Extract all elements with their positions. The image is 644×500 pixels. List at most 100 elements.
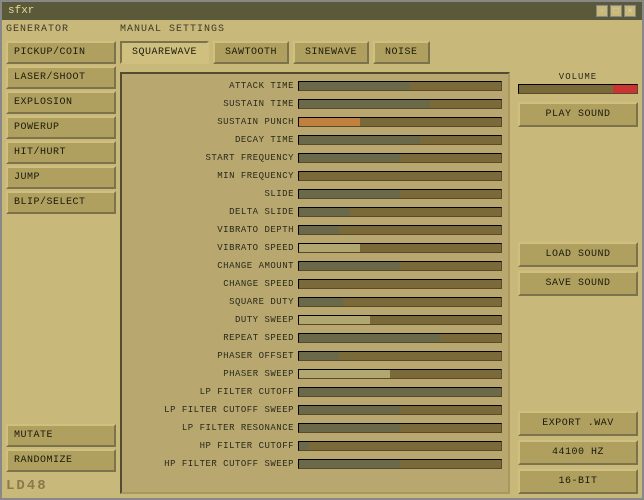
slider-row-14: REPEAT SPEED [128,330,502,346]
slider-label-21: HP FILTER CUTOFF SWEEP [128,459,298,469]
gen-button-explosion[interactable]: EXPLOSION [6,91,116,114]
waveform-buttons: SQUAREWAVESAWTOOTHSINEWAVENOISE [120,41,638,64]
slider-track-5[interactable] [298,171,502,181]
slider-fill-21 [299,460,400,468]
slider-label-1: SUSTAIN TIME [128,99,298,109]
slider-row-5: MIN FREQUENCY [128,168,502,184]
slider-track-11[interactable] [298,279,502,289]
slider-fill-3 [299,136,420,144]
spacer1 [518,131,638,238]
slider-fill-7 [299,208,350,216]
slider-row-15: PHASER OFFSET [128,348,502,364]
slider-row-16: PHASER SWEEP [128,366,502,382]
slider-row-1: SUSTAIN TIME [128,96,502,112]
slider-fill-2 [299,118,360,126]
volume-fill [613,85,637,93]
slider-fill-18 [299,406,400,414]
slider-track-3[interactable] [298,135,502,145]
slider-track-19[interactable] [298,423,502,433]
gen-button-pickup-coin[interactable]: PICKUP/COIN [6,41,116,64]
sample-rate-button[interactable]: 44100 HZ [518,440,638,465]
slider-label-2: SUSTAIN PUNCH [128,117,298,127]
slider-track-0[interactable] [298,81,502,91]
minimize-button[interactable]: - [596,5,608,17]
slider-fill-0 [299,82,410,90]
slider-track-8[interactable] [298,225,502,235]
slider-label-15: PHASER OFFSET [128,351,298,361]
slider-track-13[interactable] [298,315,502,325]
slider-label-11: CHANGE SPEED [128,279,298,289]
slider-track-15[interactable] [298,351,502,361]
slider-track-18[interactable] [298,405,502,415]
slider-row-10: CHANGE AMOUNT [128,258,502,274]
slider-track-6[interactable] [298,189,502,199]
slider-row-7: DELTA SLIDE [128,204,502,220]
gen-button-jump[interactable]: JUMP [6,166,116,189]
slider-fill-4 [299,154,400,162]
gen-button-hit-hurt[interactable]: HIT/HURT [6,141,116,164]
slider-fill-1 [299,100,430,108]
slider-label-13: DUTY SWEEP [128,315,298,325]
slider-track-9[interactable] [298,243,502,253]
slider-fill-14 [299,334,440,342]
slider-fill-10 [299,262,400,270]
load-sound-button[interactable]: LOAD SOUND [518,242,638,267]
slider-track-10[interactable] [298,261,502,271]
maximize-button[interactable]: □ [610,5,622,17]
wave-button-sawtooth[interactable]: SAWTOOTH [213,41,289,64]
bottom-buttons: MUTATE RANDOMIZE LD48 [6,424,116,494]
wave-button-sinewave[interactable]: SINEWAVE [293,41,369,64]
gen-button-powerup[interactable]: POWERUP [6,116,116,139]
slider-label-19: LP FILTER RESONANCE [128,423,298,433]
slider-label-10: CHANGE AMOUNT [128,261,298,271]
wave-button-squarewave[interactable]: SQUAREWAVE [120,41,209,64]
slider-track-21[interactable] [298,459,502,469]
slider-row-18: LP FILTER CUTOFF SWEEP [128,402,502,418]
bit-depth-button[interactable]: 16-BIT [518,469,638,494]
play-sound-button[interactable]: PLAY SOUND [518,102,638,127]
right-controls: VOLUME PLAY SOUND LOAD SOUND SAVE SOUND … [518,72,638,494]
slider-row-12: SQUARE DUTY [128,294,502,310]
wave-button-noise[interactable]: NOISE [373,41,430,64]
slider-fill-6 [299,190,400,198]
left-panel: GENERATOR PICKUP/COINLASER/SHOOTEXPLOSIO… [6,24,116,494]
slider-track-7[interactable] [298,207,502,217]
slider-label-0: ATTACK TIME [128,81,298,91]
slider-track-4[interactable] [298,153,502,163]
slider-track-17[interactable] [298,387,502,397]
gen-button-blip-select[interactable]: BLIP/SELECT [6,191,116,214]
slider-row-20: HP FILTER CUTOFF [128,438,502,454]
mutate-button[interactable]: MUTATE [6,424,116,447]
slider-label-16: PHASER SWEEP [128,369,298,379]
slider-fill-19 [299,424,400,432]
export-wav-button[interactable]: EXPORT .WAV [518,411,638,436]
right-section: MANUAL SETTINGS SQUAREWAVESAWTOOTHSINEWA… [120,24,638,494]
slider-label-9: VIBRATO SPEED [128,243,298,253]
slider-fill-17 [299,388,501,396]
slider-fill-20 [299,442,309,450]
volume-track[interactable] [518,84,638,94]
slider-track-12[interactable] [298,297,502,307]
generator-label: GENERATOR [6,24,116,35]
slider-row-21: HP FILTER CUTOFF SWEEP [128,456,502,472]
main-window: sfxr - □ × GENERATOR PICKUP/COINLASER/SH… [0,0,644,500]
slider-label-20: HP FILTER CUTOFF [128,441,298,451]
window-title: sfxr [8,5,34,17]
slider-row-11: CHANGE SPEED [128,276,502,292]
slider-track-14[interactable] [298,333,502,343]
slider-row-17: LP FILTER CUTOFF [128,384,502,400]
volume-label: VOLUME [518,72,638,82]
randomize-button[interactable]: RANDOMIZE [6,449,116,472]
slider-label-6: SLIDE [128,189,298,199]
save-sound-button[interactable]: SAVE SOUND [518,271,638,296]
slider-track-2[interactable] [298,117,502,127]
slider-track-20[interactable] [298,441,502,451]
gen-button-laser-shoot[interactable]: LASER/SHOOT [6,66,116,89]
titlebar-buttons: - □ × [596,5,636,17]
slider-track-16[interactable] [298,369,502,379]
close-button[interactable]: × [624,5,636,17]
slider-fill-16 [299,370,390,378]
slider-track-1[interactable] [298,99,502,109]
slider-row-9: VIBRATO SPEED [128,240,502,256]
slider-row-4: START FREQUENCY [128,150,502,166]
